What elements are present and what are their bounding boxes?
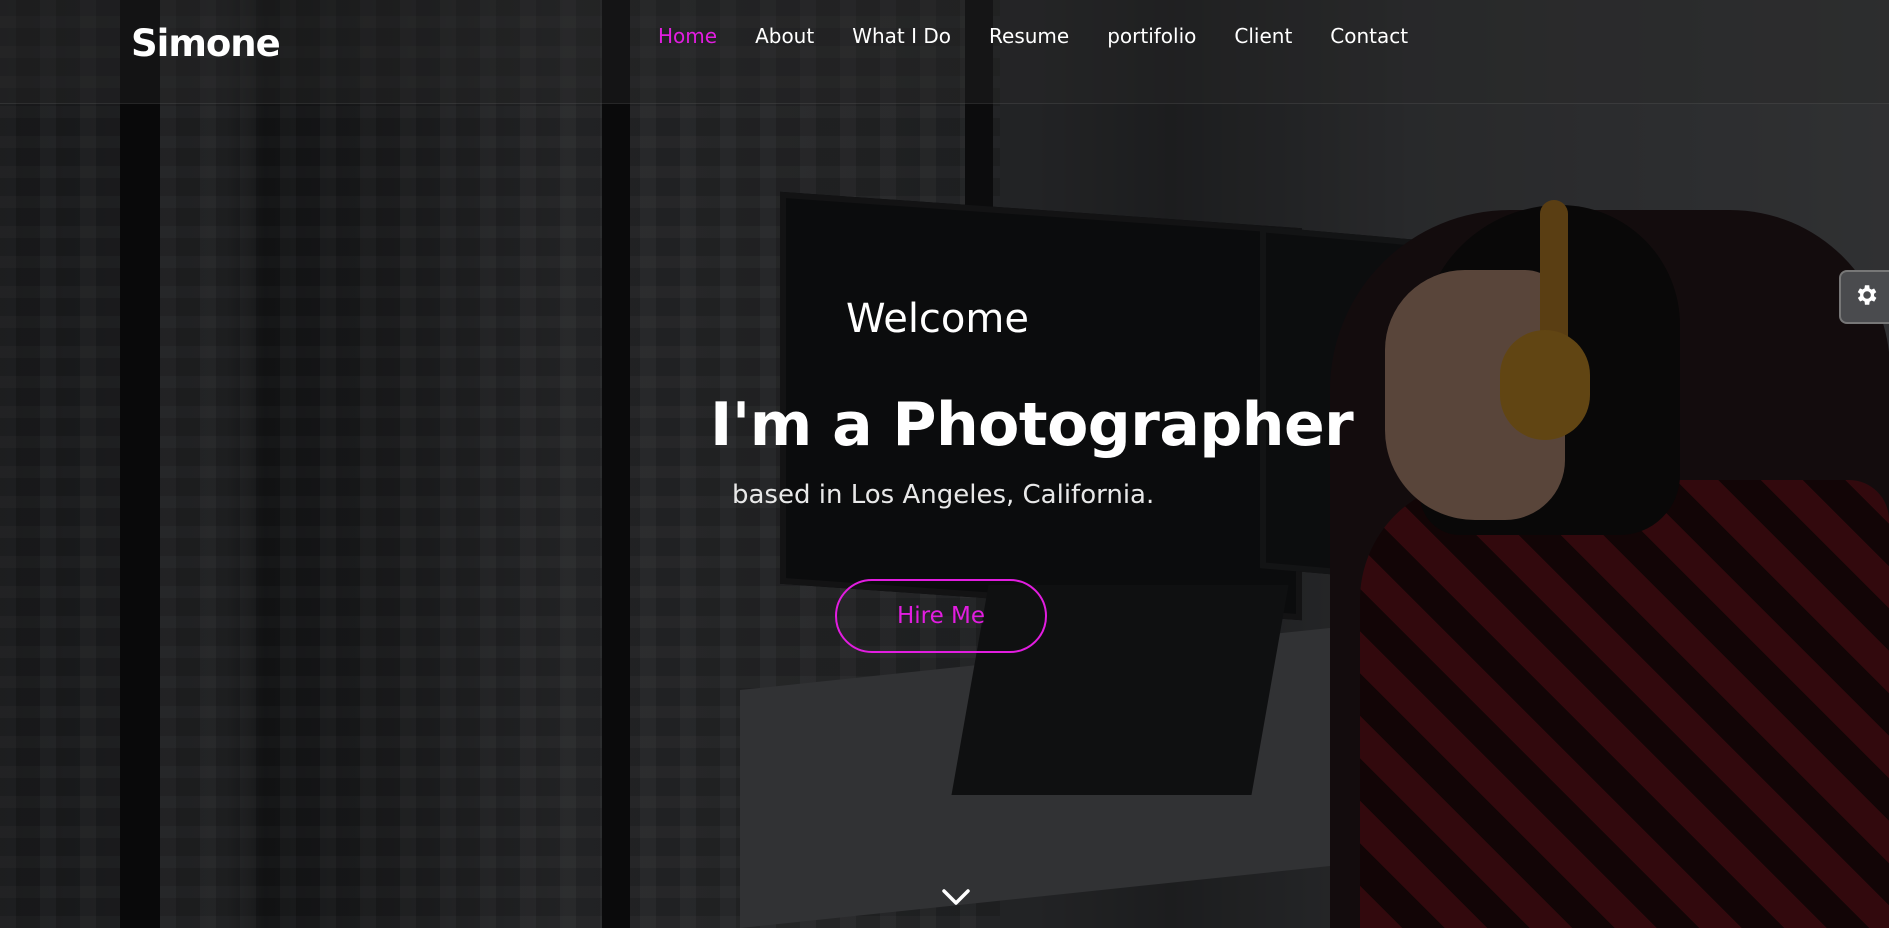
nav-item-what-i-do[interactable]: What I Do: [852, 22, 951, 50]
hero-subline: based in Los Angeles, California.: [732, 480, 1155, 510]
hero-greeting: Welcome: [846, 296, 1029, 342]
page: Simone Home About What I Do Resume porti…: [0, 0, 1889, 928]
settings-toggle-button[interactable]: [1839, 270, 1889, 324]
nav-item-resume[interactable]: Resume: [989, 22, 1069, 50]
chevron-down-icon[interactable]: [940, 885, 972, 909]
gear-icon: [1853, 282, 1879, 312]
hire-me-button[interactable]: Hire Me: [835, 579, 1047, 653]
site-header: Simone Home About What I Do Resume porti…: [0, 0, 1889, 104]
main-nav: Home About What I Do Resume portifolio C…: [658, 22, 1446, 50]
hero-headline: I'm a Photographer: [710, 390, 1354, 460]
dark-overlay: [0, 0, 1889, 928]
nav-item-about[interactable]: About: [755, 22, 814, 50]
nav-item-portfolio[interactable]: portifolio: [1107, 22, 1196, 50]
nav-item-contact[interactable]: Contact: [1330, 22, 1408, 50]
site-logo[interactable]: Simone: [131, 22, 281, 65]
nav-item-home[interactable]: Home: [658, 22, 717, 50]
nav-item-client[interactable]: Client: [1234, 22, 1292, 50]
